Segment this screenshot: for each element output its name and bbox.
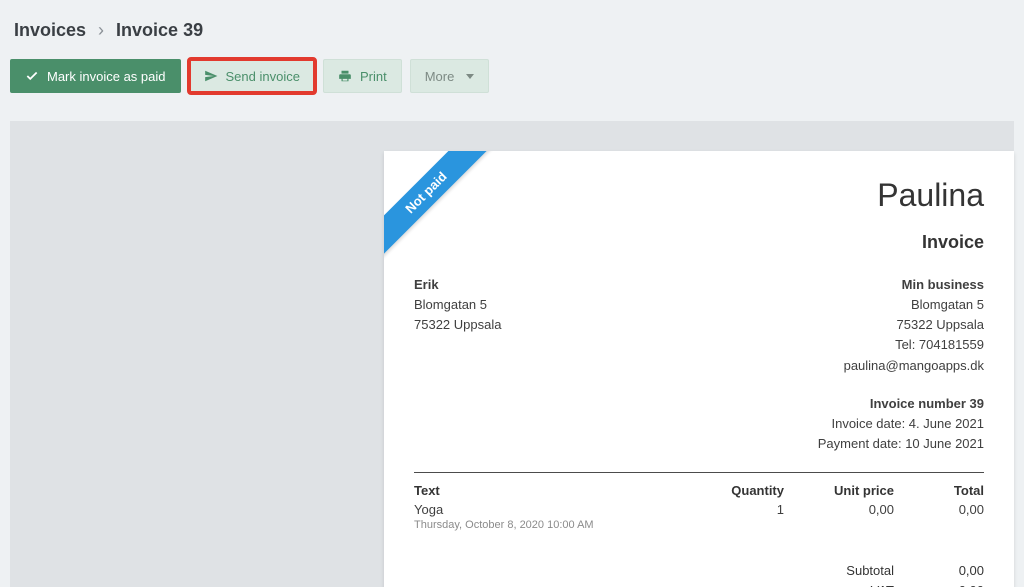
line-items-table: Text Quantity Unit price Total Yoga Thur… [414,483,984,531]
col-qty: Quantity [694,483,784,498]
chevron-right-icon: › [98,20,104,41]
line-unit-price: 0,00 [784,502,894,531]
send-icon [204,69,218,83]
print-label: Print [360,69,387,84]
col-unit-price: Unit price [784,483,894,498]
divider [414,472,984,473]
business-city: 75322 Uppsala [844,315,984,335]
breadcrumb: Invoices › Invoice 39 [10,20,1014,41]
mark-paid-button[interactable]: Mark invoice as paid [10,59,181,93]
customer-city: 75322 Uppsala [414,315,501,335]
subtotal-value: 0,00 [894,561,984,581]
line-date: Thursday, October 8, 2020 10:00 AM [414,519,694,531]
more-label: More [425,69,455,84]
totals: Subtotal 0,00 VAT 0,00 Total SEK 0,00 [414,561,984,587]
invoice-number: Invoice number 39 [414,394,984,414]
vat-value: 0,00 [894,581,984,587]
brand-name: Paulina [414,177,984,214]
chevron-down-icon [466,74,474,79]
subtotal-label: Subtotal [774,561,894,581]
breadcrumb-root[interactable]: Invoices [14,20,86,41]
mark-paid-label: Mark invoice as paid [47,69,166,84]
customer-name: Erik [414,275,501,295]
payment-date: Payment date: 10 June 2021 [414,434,984,454]
status-badge: Not paid [384,151,492,259]
table-row: Yoga Thursday, October 8, 2020 10:00 AM … [414,502,984,531]
send-invoice-button[interactable]: Send invoice [189,59,315,93]
line-qty: 1 [694,502,784,531]
document-label: Invoice [414,232,984,253]
vat-label: VAT [774,581,894,587]
business-tel: Tel: 704181559 [844,335,984,355]
content-area: Not paid Paulina Invoice Erik Blomgatan … [10,121,1014,587]
line-total: 0,00 [894,502,984,531]
breadcrumb-current: Invoice 39 [116,20,203,41]
business-address: Min business Blomgatan 5 75322 Uppsala T… [844,275,984,376]
print-icon [338,69,352,83]
col-text: Text [414,483,694,498]
customer-street: Blomgatan 5 [414,295,501,315]
invoice-meta: Invoice number 39 Invoice date: 4. June … [414,394,984,454]
check-icon [25,69,39,83]
business-street: Blomgatan 5 [844,295,984,315]
customer-address: Erik Blomgatan 5 75322 Uppsala [414,275,501,376]
business-email: paulina@mangoapps.dk [844,356,984,376]
toolbar: Mark invoice as paid Send invoice Print … [10,59,1014,93]
invoice-card: Not paid Paulina Invoice Erik Blomgatan … [384,151,1014,587]
more-button[interactable]: More [410,59,490,93]
table-header: Text Quantity Unit price Total [414,483,984,502]
status-ribbon: Not paid [384,151,494,261]
col-total: Total [894,483,984,498]
business-name: Min business [844,275,984,295]
send-invoice-label: Send invoice [226,69,300,84]
invoice-date: Invoice date: 4. June 2021 [414,414,984,434]
print-button[interactable]: Print [323,59,402,93]
line-text: Yoga [414,502,694,517]
